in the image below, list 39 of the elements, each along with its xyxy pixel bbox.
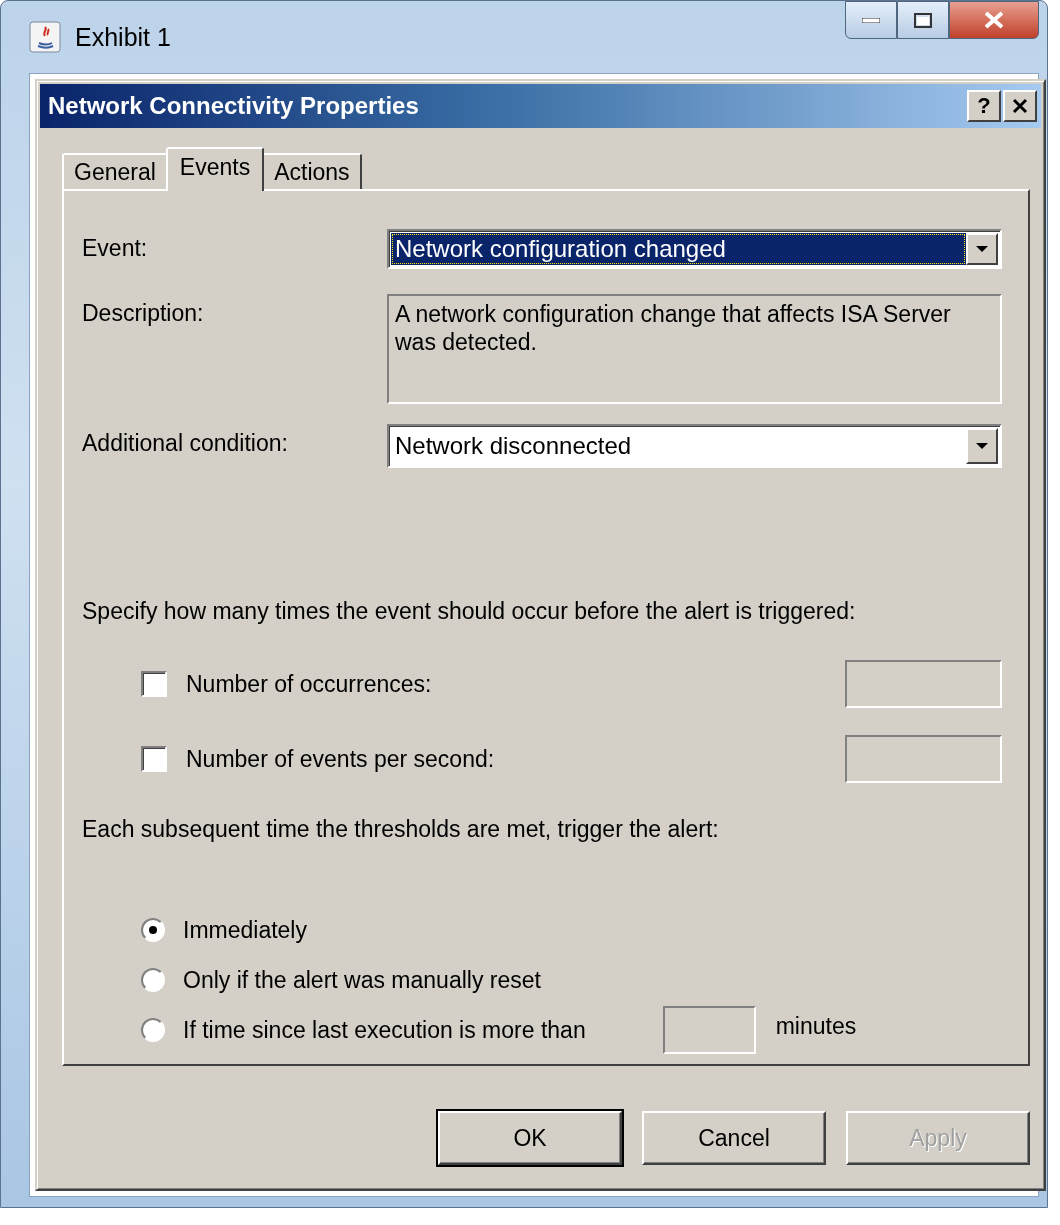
close-icon[interactable] [1012,98,1028,114]
dialog-button[interactable]: Cancel [642,1111,826,1165]
radio-button[interactable] [141,918,165,942]
radio-label[interactable]: If time since last execution is more than [183,1016,586,1044]
dropdown-value: Network configuration changed [391,233,966,265]
minimize-icon[interactable] [862,17,880,23]
tab[interactable]: Actions [262,153,362,189]
dialog-close-button[interactable] [1003,90,1037,122]
window-title: Exhibit 1 [75,22,171,52]
tab[interactable]: General [62,153,168,189]
checkbox-label[interactable]: Number of events per second: [186,745,495,773]
maximize-button[interactable] [897,1,949,39]
radio-button[interactable] [141,968,165,992]
dropdown[interactable]: Network configuration changed [387,229,1002,269]
field-label: Additional condition: [82,429,289,457]
help-button[interactable]: ? [967,90,1001,122]
radio-label[interactable]: Immediately [183,916,307,944]
dropdown[interactable]: Network disconnected [387,424,1002,468]
dropdown-value: Network disconnected [394,431,633,461]
dialog-title: Network Connectivity Properties [48,92,419,120]
maximize-icon[interactable] [914,12,932,28]
description-box: A network configuration change that affects ISA Server was detected. [387,294,1002,404]
unit-label: minutes [775,1012,857,1040]
checkbox[interactable] [141,746,167,772]
checkbox[interactable] [141,671,167,697]
radio-label[interactable]: Only if the alert was manually reset [183,966,541,994]
field-label: Event: [82,234,149,262]
instruction-text: Specify how many times the event should occur before the alert is triggered: [82,598,857,625]
checkbox-label[interactable]: Number of occurrences: [186,670,432,698]
close-button[interactable] [949,1,1039,39]
app-icon [29,21,61,53]
minimize-button[interactable] [845,1,897,39]
instruction-text: Each subsequent time the thresholds are met, trigger the alert: [82,816,720,843]
dialog-button[interactable]: OK [438,1111,622,1165]
dropdown-arrow-icon[interactable] [976,443,988,449]
radio-button[interactable] [141,1018,165,1042]
tab[interactable]: Events [165,147,265,191]
field-label: Description: [82,299,205,327]
dropdown-arrow-icon[interactable] [976,246,988,252]
